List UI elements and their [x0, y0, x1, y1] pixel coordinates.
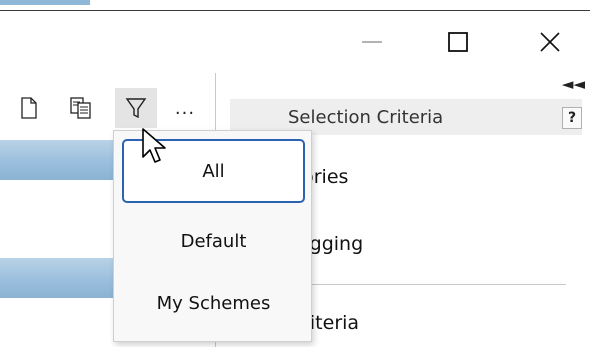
close-icon: [540, 32, 560, 52]
filter-icon: [125, 98, 147, 119]
help-button[interactable]: ?: [562, 107, 582, 129]
minimize-button[interactable]: [352, 25, 392, 59]
top-strip-highlight: [0, 0, 90, 5]
top-strip: [0, 0, 590, 11]
close-button[interactable]: [530, 25, 570, 59]
menu-item-my-schemes[interactable]: My Schemes: [122, 271, 305, 335]
copy-icon: [70, 97, 91, 119]
menu-item-all[interactable]: All: [122, 139, 305, 203]
panel-title: Selection Criteria: [288, 106, 444, 128]
title-bar: [0, 11, 590, 73]
more-button[interactable]: ...: [166, 88, 204, 128]
minimize-icon: [362, 41, 382, 43]
collapse-panel-button[interactable]: ◄◄: [562, 75, 585, 93]
menu-item-default[interactable]: Default: [122, 209, 305, 273]
filter-dropdown-menu: All Default My Schemes: [113, 130, 312, 342]
maximize-icon: [448, 32, 468, 52]
filter-button[interactable]: [115, 88, 157, 128]
toolbar: ...: [0, 86, 230, 136]
maximize-button[interactable]: [438, 25, 478, 59]
new-document-icon: [21, 97, 37, 119]
copy-button[interactable]: [62, 88, 100, 128]
new-button[interactable]: [10, 88, 48, 128]
